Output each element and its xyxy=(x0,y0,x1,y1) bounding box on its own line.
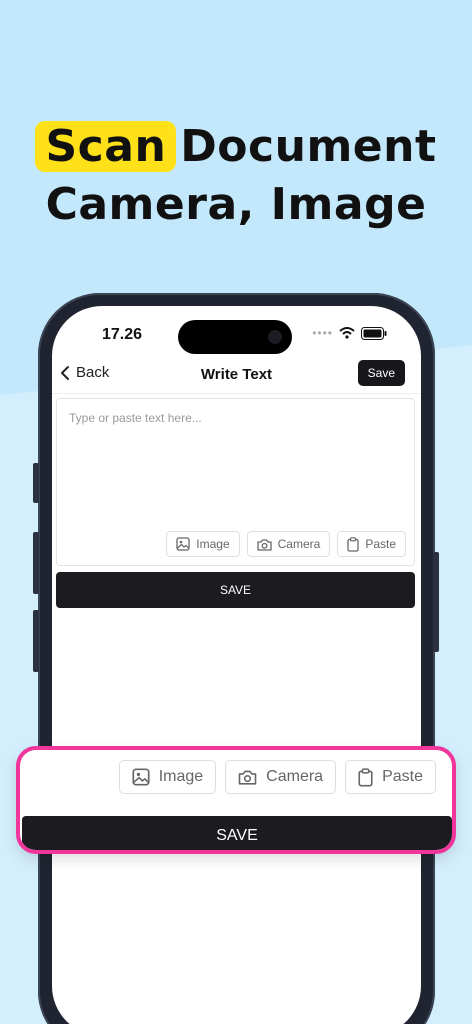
headline-line2: Camera, Image xyxy=(45,179,427,230)
editor-tools: Image Camera Paste xyxy=(166,531,406,557)
headline-line1-rest: Document xyxy=(180,121,437,172)
camera-icon xyxy=(256,538,272,551)
camera-button-label: Camera xyxy=(277,537,321,551)
callout-camera-label: Camera xyxy=(266,768,324,785)
callout-camera-button[interactable]: Camera xyxy=(225,760,337,794)
image-icon xyxy=(176,537,190,551)
callout-tools: Image Camera Paste xyxy=(118,760,436,794)
headline-highlight: Scan xyxy=(35,121,177,172)
nav-save-button[interactable]: Save xyxy=(357,360,405,386)
image-button-label: Image xyxy=(196,537,230,551)
editor-placeholder: Type or paste text here... xyxy=(69,411,202,425)
zoom-callout: Image Camera Paste SAVE xyxy=(16,746,456,854)
phone-screen: 17.26 •••• Back Write Text Save Type or … xyxy=(52,306,421,1024)
phone-volume-up xyxy=(33,532,39,594)
callout-paste-button[interactable]: Paste xyxy=(345,760,436,794)
save-button[interactable]: SAVE xyxy=(56,572,415,608)
phone-power-button xyxy=(433,552,439,652)
paste-button[interactable]: Paste xyxy=(337,531,406,557)
clipboard-icon xyxy=(358,767,373,786)
clipboard-icon xyxy=(347,536,359,552)
phone-volume-down xyxy=(33,610,39,672)
camera-icon xyxy=(238,770,257,785)
camera-button[interactable]: Camera xyxy=(246,531,331,557)
phone-mute-switch xyxy=(33,463,39,503)
signal-dots-icon: •••• xyxy=(312,326,333,340)
image-icon xyxy=(132,768,150,786)
battery-icon xyxy=(361,326,387,340)
callout-image-button[interactable]: Image xyxy=(118,760,217,794)
paste-button-label: Paste xyxy=(365,537,396,551)
status-icons: •••• xyxy=(312,326,387,340)
status-time: 17.26 xyxy=(102,326,143,343)
image-button[interactable]: Image xyxy=(166,531,240,557)
callout-save-button[interactable]: SAVE xyxy=(22,816,452,850)
text-editor[interactable]: Type or paste text here... Image Camera xyxy=(56,398,415,566)
callout-paste-label: Paste xyxy=(382,768,423,785)
promo-headline: Scan Document Camera, Image xyxy=(0,118,472,234)
dynamic-island xyxy=(178,320,292,354)
nav-bar: Back Write Text Save xyxy=(52,358,421,394)
callout-image-label: Image xyxy=(158,768,204,785)
wifi-icon xyxy=(339,327,355,339)
